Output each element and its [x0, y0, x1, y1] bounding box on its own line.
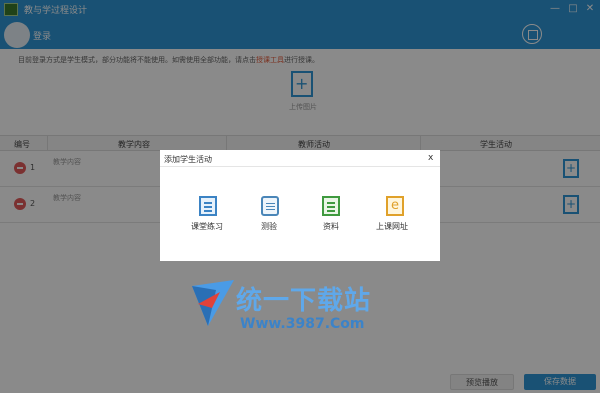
dialog-close-button[interactable]: x	[428, 153, 433, 163]
url-icon: e	[386, 196, 404, 216]
test-icon	[261, 196, 279, 216]
add-student-activity-dialog: 添加学生活动 x 课堂练习 测验 资料 e 上课网址	[160, 150, 440, 261]
option-label: 测验	[261, 222, 277, 231]
practice-icon	[199, 196, 217, 216]
dialog-header: 添加学生活动 x	[160, 150, 440, 167]
data-icon	[322, 196, 340, 216]
watermark-title: 统一下载站	[236, 286, 372, 316]
option-label: 资料	[323, 222, 339, 231]
dialog-title: 添加学生活动	[164, 155, 212, 164]
watermark-url: Www.3987.Com	[240, 316, 365, 332]
option-label: 课堂练习	[191, 222, 223, 231]
option-label: 上课网址	[376, 222, 408, 231]
watermark-logo-icon	[192, 280, 234, 326]
site-watermark: 统一下载站 Www.3987.Com	[190, 278, 380, 340]
